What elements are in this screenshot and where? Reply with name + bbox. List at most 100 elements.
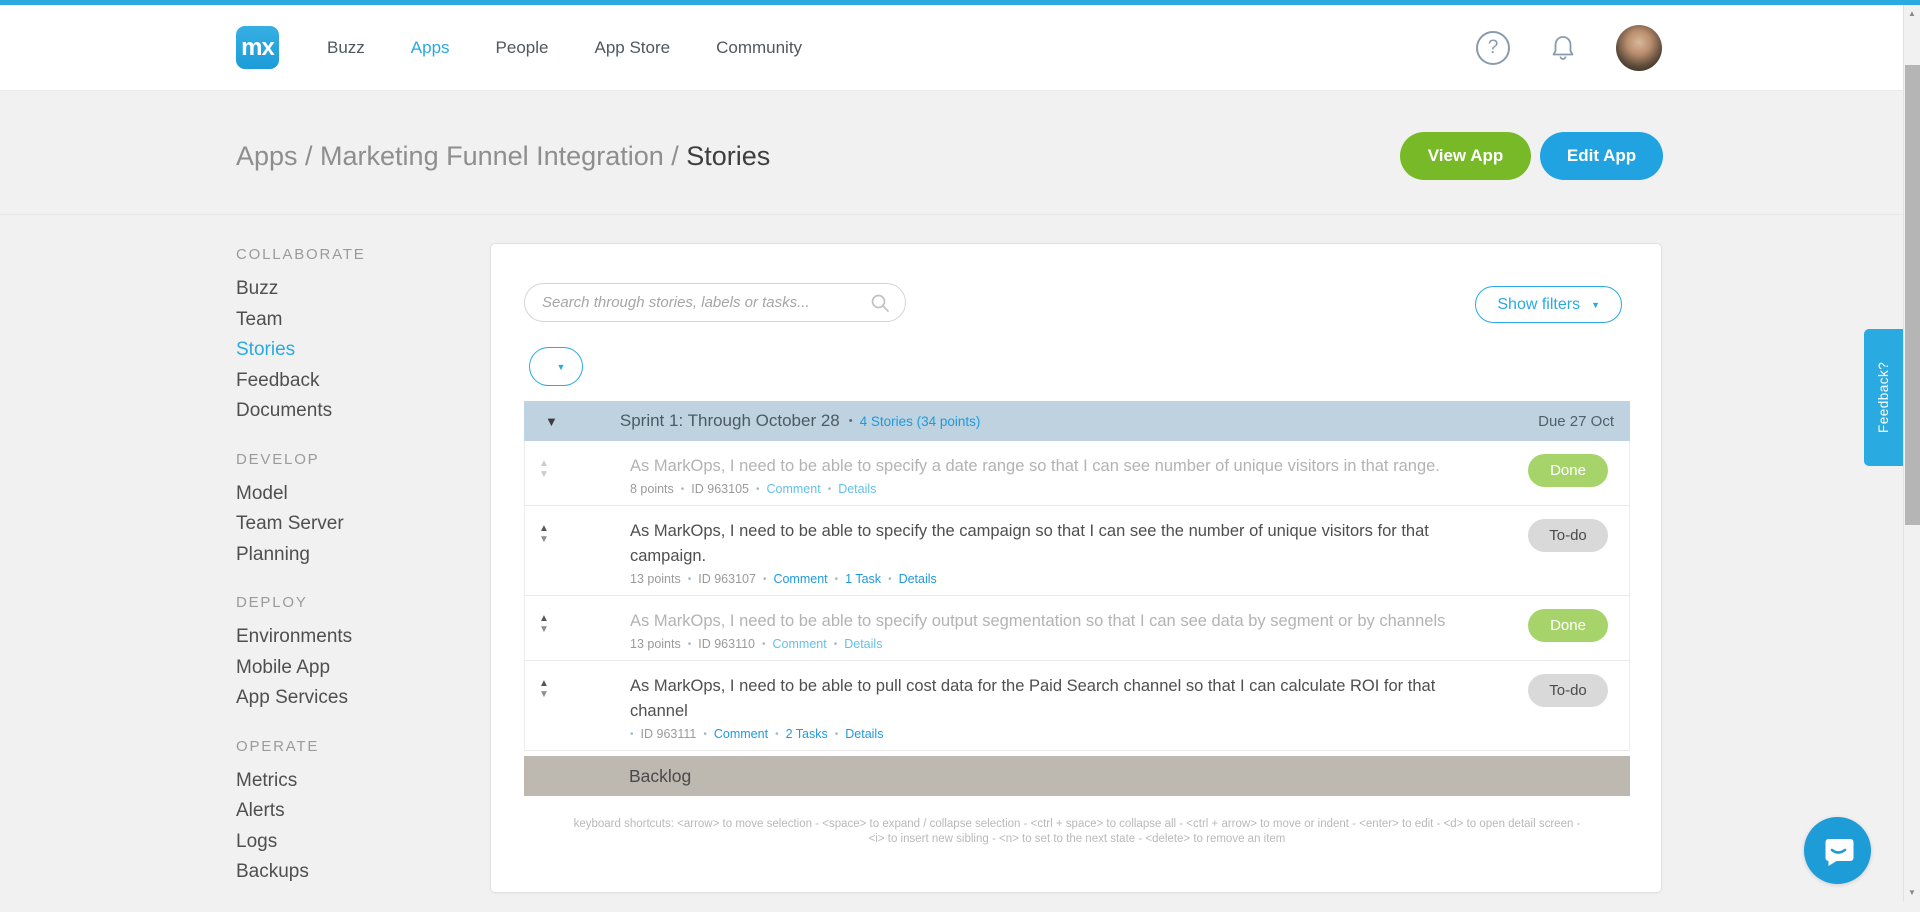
vertical-scrollbar[interactable]: ▲ ▼ xyxy=(1903,5,1920,901)
breadcrumb-path[interactable]: Apps / Marketing Funnel Integration / xyxy=(236,141,686,171)
bullet-separator: • xyxy=(828,484,832,495)
sidebar-item-planning[interactable]: Planning xyxy=(236,540,451,571)
mendix-logo[interactable]: mx xyxy=(236,26,279,69)
nav-item-community[interactable]: Community xyxy=(716,38,802,58)
status-badge[interactable]: To-do xyxy=(1528,674,1608,707)
scroll-up-icon[interactable]: ▲ xyxy=(1904,9,1920,18)
sprint-stories-link[interactable]: 4 Stories (34 points) xyxy=(860,414,981,429)
sidebar-section-deploy: DEPLOYEnvironmentsMobile AppApp Services xyxy=(236,594,451,714)
sidebar-item-metrics[interactable]: Metrics xyxy=(236,766,451,797)
main-nav: Buzz Apps People App Store Community xyxy=(327,38,848,58)
nav-item-people[interactable]: People xyxy=(496,38,549,58)
story-link-2-tasks[interactable]: 2 Tasks xyxy=(786,727,828,741)
reorder-arrows: ▲▼ xyxy=(533,523,555,545)
sidebar-section-title: OPERATE xyxy=(236,738,451,755)
feedback-tab[interactable]: Feedback? xyxy=(1864,329,1903,466)
sidebar-item-app-services[interactable]: App Services xyxy=(236,683,451,714)
help-icon[interactable]: ? xyxy=(1476,31,1510,65)
sidebar-item-environments[interactable]: Environments xyxy=(236,622,451,653)
sprint-header-row[interactable]: ▼ Sprint 1: Through October 28 • 4 Stori… xyxy=(524,401,1630,441)
story-title: As MarkOps, I need to be able to specify… xyxy=(630,519,1469,569)
move-down-icon[interactable]: ▼ xyxy=(533,534,555,545)
nav-item-apps[interactable]: Apps xyxy=(411,38,450,58)
story-row: ▲▼As MarkOps, I need to be able to pull … xyxy=(525,661,1629,751)
bullet-separator: • xyxy=(703,729,707,740)
story-link-comment[interactable]: Comment xyxy=(773,572,827,586)
story-row: ▲▼As MarkOps, I need to be able to speci… xyxy=(525,441,1629,506)
move-down-icon[interactable]: ▼ xyxy=(533,624,555,635)
sidebar-item-alerts[interactable]: Alerts xyxy=(236,796,451,827)
nav-item-buzz[interactable]: Buzz xyxy=(327,38,365,58)
bullet-separator: • xyxy=(849,415,853,427)
story-link-details[interactable]: Details xyxy=(838,482,876,496)
sidebar-item-model[interactable]: Model xyxy=(236,479,451,510)
status-badge[interactable]: Done xyxy=(1528,454,1608,487)
move-down-icon[interactable]: ▼ xyxy=(533,469,555,480)
chat-messenger-button[interactable] xyxy=(1804,817,1871,884)
story-link-details[interactable]: Details xyxy=(899,572,937,586)
status-badge[interactable]: To-do xyxy=(1528,519,1608,552)
sidebar-item-team[interactable]: Team xyxy=(236,305,451,336)
story-link-1-task[interactable]: 1 Task xyxy=(845,572,881,586)
sidebar-item-backups[interactable]: Backups xyxy=(236,857,451,888)
user-avatar[interactable] xyxy=(1616,25,1662,71)
story-link-details[interactable]: Details xyxy=(844,637,882,651)
move-up-icon[interactable]: ▲ xyxy=(533,458,555,469)
breadcrumb: Apps / Marketing Funnel Integration / St… xyxy=(236,141,770,172)
selection-dropdown-button[interactable]: ▼ xyxy=(529,347,583,386)
story-row: ▲▼ As MarkOps, I need to be able to speci… xyxy=(525,506,1629,596)
sidebar-section-title: DEVELOP xyxy=(236,451,451,468)
notifications-bell-icon[interactable] xyxy=(1550,34,1576,62)
sidebar-section-title: COLLABORATE xyxy=(236,246,451,263)
sidebar-item-logs[interactable]: Logs xyxy=(236,827,451,858)
search-input[interactable] xyxy=(540,293,870,312)
reorder-arrows: ▲▼ xyxy=(533,458,555,480)
move-down-icon[interactable]: ▼ xyxy=(533,689,555,700)
show-filters-button[interactable]: Show filters ▼ xyxy=(1475,286,1622,323)
sprint-title: Sprint 1: Through October 28 xyxy=(620,411,840,431)
story-meta: •ID 963111•Comment•2 Tasks•Details xyxy=(630,727,1469,741)
sidebar-item-feedback[interactable]: Feedback xyxy=(236,366,451,397)
story-link-comment[interactable]: Comment xyxy=(767,482,821,496)
story-meta: 13 points•ID 963110•Comment•Details xyxy=(630,637,1469,651)
sidebar-section-develop: DEVELOP ModelTeam ServerPlanning xyxy=(236,451,451,571)
story-meta-text: ID 963110 xyxy=(698,637,755,651)
bullet-separator: • xyxy=(762,639,766,650)
story-meta-text: 13 points xyxy=(630,637,681,651)
chevron-down-icon: ▼ xyxy=(1591,300,1600,310)
sidebar-item-documents[interactable]: Documents xyxy=(236,396,451,427)
bullet-separator: • xyxy=(688,574,692,585)
bullet-separator: • xyxy=(888,574,892,585)
scroll-down-icon[interactable]: ▼ xyxy=(1904,888,1920,897)
sidebar-item-mobile-app[interactable]: Mobile App xyxy=(236,653,451,684)
move-up-icon[interactable]: ▲ xyxy=(533,678,555,689)
search-icon xyxy=(870,293,890,313)
sidebar-item-stories[interactable]: Stories xyxy=(236,335,451,366)
stories-panel: Show filters ▼ ▼ ▼ Sprint 1: Through Oct… xyxy=(490,243,1662,893)
bullet-separator: • xyxy=(763,574,767,585)
nav-item-app-store[interactable]: App Store xyxy=(594,38,670,58)
story-link-comment[interactable]: Comment xyxy=(773,637,827,651)
story-meta-text: 8 points xyxy=(630,482,674,496)
edit-app-button[interactable]: Edit App xyxy=(1540,132,1663,180)
collapse-sprint-icon[interactable]: ▼ xyxy=(545,414,558,429)
view-app-button[interactable]: View App xyxy=(1400,132,1531,180)
move-up-icon[interactable]: ▲ xyxy=(533,523,555,534)
backlog-row[interactable]: Backlog xyxy=(524,756,1630,796)
keyboard-shortcuts-help: keyboard shortcuts: <arrow> to move sele… xyxy=(524,817,1630,847)
story-link-comment[interactable]: Comment xyxy=(714,727,768,741)
story-meta: 13 points•ID 963107•Comment•1 Task•Detai… xyxy=(630,572,1469,586)
story-link-details[interactable]: Details xyxy=(845,727,883,741)
scrollbar-thumb[interactable] xyxy=(1905,65,1920,525)
sprint-due-date: Due 27 Oct xyxy=(1538,413,1614,430)
story-meta-text: ID 963107 xyxy=(698,572,756,586)
move-up-icon[interactable]: ▲ xyxy=(533,613,555,624)
sidebar-item-team-server[interactable]: Team Server xyxy=(236,509,451,540)
bullet-separator: • xyxy=(681,484,685,495)
sidebar-item-buzz[interactable]: Buzz xyxy=(236,274,451,305)
story-row: ▲▼As MarkOps, I need to be able to speci… xyxy=(525,596,1629,661)
status-badge[interactable]: Done xyxy=(1528,609,1608,642)
chevron-down-icon: ▼ xyxy=(557,362,566,372)
sidebar-section-operate: OPERATE MetricsAlertsLogsBackups xyxy=(236,738,451,888)
header-divider xyxy=(0,214,1920,215)
